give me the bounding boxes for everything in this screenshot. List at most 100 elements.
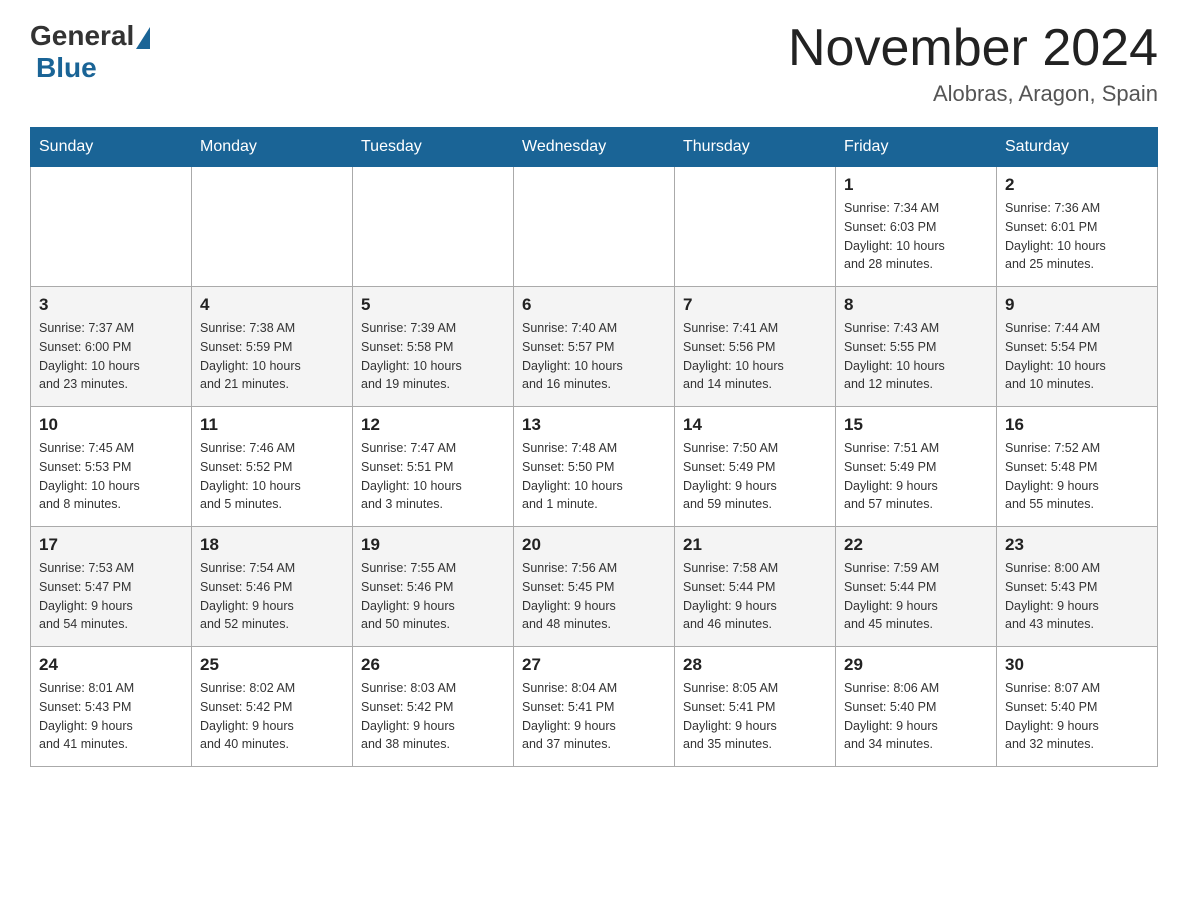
day-number: 12 xyxy=(361,415,505,435)
day-info: Sunrise: 8:01 AM Sunset: 5:43 PM Dayligh… xyxy=(39,679,183,754)
day-number: 9 xyxy=(1005,295,1149,315)
day-of-week-header: Friday xyxy=(836,128,997,167)
day-number: 7 xyxy=(683,295,827,315)
day-info: Sunrise: 7:43 AM Sunset: 5:55 PM Dayligh… xyxy=(844,319,988,394)
calendar-cell: 28 Sunrise: 8:05 AM Sunset: 5:41 PM Dayli… xyxy=(675,647,836,767)
calendar-cell xyxy=(514,167,675,287)
calendar-cell: 24 Sunrise: 8:01 AM Sunset: 5:43 PM Dayli… xyxy=(31,647,192,767)
day-info: Sunrise: 7:50 AM Sunset: 5:49 PM Dayligh… xyxy=(683,439,827,514)
calendar-cell: 16Sunrise: 7:52 AM Sunset: 5:48 PM Dayli… xyxy=(997,407,1158,527)
day-info: Sunrise: 7:45 AM Sunset: 5:53 PM Dayligh… xyxy=(39,439,183,514)
day-of-week-header: Thursday xyxy=(675,128,836,167)
week-row: 1 Sunrise: 7:34 AM Sunset: 6:03 PM Daylig… xyxy=(31,167,1158,287)
day-number: 10 xyxy=(39,415,183,435)
calendar-cell: 14 Sunrise: 7:50 AM Sunset: 5:49 PM Dayli… xyxy=(675,407,836,527)
day-number: 30 xyxy=(1005,655,1149,675)
calendar-cell: 27Sunrise: 8:04 AM Sunset: 5:41 PM Dayli… xyxy=(514,647,675,767)
day-info: Sunrise: 7:55 AM Sunset: 5:46 PM Dayligh… xyxy=(361,559,505,634)
calendar-cell: 9Sunrise: 7:44 AM Sunset: 5:54 PM Daylig… xyxy=(997,287,1158,407)
location-title: Alobras, Aragon, Spain xyxy=(788,81,1158,107)
week-row: 10 Sunrise: 7:45 AM Sunset: 5:53 PM Dayli… xyxy=(31,407,1158,527)
calendar-cell: 19 Sunrise: 7:55 AM Sunset: 5:46 PM Dayli… xyxy=(353,527,514,647)
calendar-cell: 4Sunrise: 7:38 AM Sunset: 5:59 PM Daylig… xyxy=(192,287,353,407)
day-number: 14 xyxy=(683,415,827,435)
day-info: Sunrise: 7:40 AM Sunset: 5:57 PM Dayligh… xyxy=(522,319,666,394)
calendar-cell: 21 Sunrise: 7:58 AM Sunset: 5:44 PM Dayli… xyxy=(675,527,836,647)
day-number: 28 xyxy=(683,655,827,675)
day-number: 17 xyxy=(39,535,183,555)
day-info: Sunrise: 7:46 AM Sunset: 5:52 PM Dayligh… xyxy=(200,439,344,514)
calendar-cell: 5 Sunrise: 7:39 AM Sunset: 5:58 PM Daylig… xyxy=(353,287,514,407)
day-info: Sunrise: 7:41 AM Sunset: 5:56 PM Dayligh… xyxy=(683,319,827,394)
week-row: 3 Sunrise: 7:37 AM Sunset: 6:00 PM Daylig… xyxy=(31,287,1158,407)
day-of-week-header: Saturday xyxy=(997,128,1158,167)
day-info: Sunrise: 8:06 AM Sunset: 5:40 PM Dayligh… xyxy=(844,679,988,754)
calendar-cell: 17 Sunrise: 7:53 AM Sunset: 5:47 PM Dayli… xyxy=(31,527,192,647)
day-info: Sunrise: 7:51 AM Sunset: 5:49 PM Dayligh… xyxy=(844,439,988,514)
day-number: 21 xyxy=(683,535,827,555)
calendar-cell: 2 Sunrise: 7:36 AM Sunset: 6:01 PM Daylig… xyxy=(997,167,1158,287)
day-number: 15 xyxy=(844,415,988,435)
day-info: Sunrise: 7:59 AM Sunset: 5:44 PM Dayligh… xyxy=(844,559,988,634)
day-number: 13 xyxy=(522,415,666,435)
day-info: Sunrise: 7:37 AM Sunset: 6:00 PM Dayligh… xyxy=(39,319,183,394)
month-title: November 2024 xyxy=(788,20,1158,77)
day-number: 3 xyxy=(39,295,183,315)
day-of-week-header: Monday xyxy=(192,128,353,167)
day-number: 25 xyxy=(200,655,344,675)
day-number: 2 xyxy=(1005,175,1149,195)
calendar-cell xyxy=(31,167,192,287)
calendar-cell: 1 Sunrise: 7:34 AM Sunset: 6:03 PM Daylig… xyxy=(836,167,997,287)
day-number: 11 xyxy=(200,415,344,435)
calendar-cell: 3 Sunrise: 7:37 AM Sunset: 6:00 PM Daylig… xyxy=(31,287,192,407)
day-number: 19 xyxy=(361,535,505,555)
day-number: 22 xyxy=(844,535,988,555)
day-info: Sunrise: 7:53 AM Sunset: 5:47 PM Dayligh… xyxy=(39,559,183,634)
day-number: 24 xyxy=(39,655,183,675)
day-of-week-header: Tuesday xyxy=(353,128,514,167)
day-info: Sunrise: 8:05 AM Sunset: 5:41 PM Dayligh… xyxy=(683,679,827,754)
day-number: 23 xyxy=(1005,535,1149,555)
day-of-week-header: Wednesday xyxy=(514,128,675,167)
calendar-cell: 15 Sunrise: 7:51 AM Sunset: 5:49 PM Dayli… xyxy=(836,407,997,527)
day-number: 1 xyxy=(844,175,988,195)
day-info: Sunrise: 7:34 AM Sunset: 6:03 PM Dayligh… xyxy=(844,199,988,274)
day-info: Sunrise: 8:03 AM Sunset: 5:42 PM Dayligh… xyxy=(361,679,505,754)
day-number: 18 xyxy=(200,535,344,555)
logo-triangle-icon xyxy=(136,27,150,49)
title-block: November 2024 Alobras, Aragon, Spain xyxy=(788,20,1158,107)
day-number: 6 xyxy=(522,295,666,315)
calendar-cell xyxy=(192,167,353,287)
day-of-week-header: Sunday xyxy=(31,128,192,167)
day-number: 8 xyxy=(844,295,988,315)
day-info: Sunrise: 7:36 AM Sunset: 6:01 PM Dayligh… xyxy=(1005,199,1149,274)
day-info: Sunrise: 8:02 AM Sunset: 5:42 PM Dayligh… xyxy=(200,679,344,754)
day-info: Sunrise: 7:48 AM Sunset: 5:50 PM Dayligh… xyxy=(522,439,666,514)
calendar-cell: 11 Sunrise: 7:46 AM Sunset: 5:52 PM Dayli… xyxy=(192,407,353,527)
day-info: Sunrise: 7:56 AM Sunset: 5:45 PM Dayligh… xyxy=(522,559,666,634)
calendar-cell: 12Sunrise: 7:47 AM Sunset: 5:51 PM Dayli… xyxy=(353,407,514,527)
day-info: Sunrise: 7:58 AM Sunset: 5:44 PM Dayligh… xyxy=(683,559,827,634)
calendar-cell: 23Sunrise: 8:00 AM Sunset: 5:43 PM Dayli… xyxy=(997,527,1158,647)
calendar-cell: 10 Sunrise: 7:45 AM Sunset: 5:53 PM Dayli… xyxy=(31,407,192,527)
calendar-table: SundayMondayTuesdayWednesdayThursdayFrid… xyxy=(30,127,1158,767)
day-info: Sunrise: 7:52 AM Sunset: 5:48 PM Dayligh… xyxy=(1005,439,1149,514)
day-info: Sunrise: 7:39 AM Sunset: 5:58 PM Dayligh… xyxy=(361,319,505,394)
calendar-cell: 25 Sunrise: 8:02 AM Sunset: 5:42 PM Dayli… xyxy=(192,647,353,767)
day-number: 5 xyxy=(361,295,505,315)
calendar-cell: 6 Sunrise: 7:40 AM Sunset: 5:57 PM Daylig… xyxy=(514,287,675,407)
day-number: 29 xyxy=(844,655,988,675)
calendar-cell: 22 Sunrise: 7:59 AM Sunset: 5:44 PM Dayli… xyxy=(836,527,997,647)
calendar-cell: 29 Sunrise: 8:06 AM Sunset: 5:40 PM Dayli… xyxy=(836,647,997,767)
calendar-cell xyxy=(353,167,514,287)
week-row: 24 Sunrise: 8:01 AM Sunset: 5:43 PM Dayli… xyxy=(31,647,1158,767)
day-info: Sunrise: 7:54 AM Sunset: 5:46 PM Dayligh… xyxy=(200,559,344,634)
calendar-cell: 13 Sunrise: 7:48 AM Sunset: 5:50 PM Dayli… xyxy=(514,407,675,527)
day-info: Sunrise: 7:38 AM Sunset: 5:59 PM Dayligh… xyxy=(200,319,344,394)
logo-general-text: General xyxy=(30,20,134,52)
calendar-cell: 20Sunrise: 7:56 AM Sunset: 5:45 PM Dayli… xyxy=(514,527,675,647)
page-header: General Blue November 2024 Alobras, Arag… xyxy=(30,20,1158,107)
calendar-cell xyxy=(675,167,836,287)
calendar-cell: 30Sunrise: 8:07 AM Sunset: 5:40 PM Dayli… xyxy=(997,647,1158,767)
calendar-cell: 7 Sunrise: 7:41 AM Sunset: 5:56 PM Daylig… xyxy=(675,287,836,407)
